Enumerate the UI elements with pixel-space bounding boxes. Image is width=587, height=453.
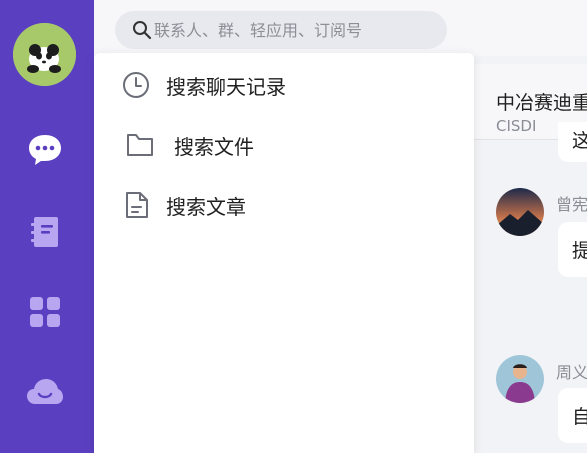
search-articles-option[interactable]: 搜索文章 (94, 177, 474, 233)
nav-contacts[interactable] (25, 212, 65, 252)
clock-icon (122, 71, 150, 99)
message-bubble[interactable]: 提 (558, 222, 587, 277)
sender-name: 周义 (556, 363, 587, 382)
dropdown-item-label: 搜索文章 (166, 194, 246, 219)
sender-name: 曾宪 (556, 195, 587, 214)
nav-chat[interactable] (25, 130, 65, 170)
message-text: 自 (572, 406, 587, 428)
document-icon (124, 191, 150, 219)
chat-subtitle: CISDI (496, 117, 537, 135)
chat-title[interactable]: 中冶赛迪重 (496, 88, 587, 115)
left-sidebar (0, 0, 94, 453)
search-dropdown: 搜索聊天记录 搜索文件 搜索文章 (94, 53, 474, 453)
address-book-icon (31, 217, 58, 247)
nav-cloud[interactable] (25, 372, 65, 412)
folder-icon (126, 133, 154, 157)
grid-apps-icon (30, 297, 60, 327)
message-text: 提 (572, 240, 587, 262)
search-files-option[interactable]: 搜索文件 (94, 117, 474, 173)
search-input[interactable] (154, 15, 434, 45)
dropdown-item-label: 搜索文件 (174, 134, 254, 159)
message-bubble[interactable]: 这 (558, 122, 587, 162)
search-box[interactable] (115, 11, 447, 49)
user-avatar[interactable] (13, 23, 76, 86)
chat-panel: 中冶赛迪重 CISDI 这 曾宪 提 周义 自 (474, 56, 587, 453)
chat-bubble-icon (29, 135, 61, 165)
search-icon (133, 21, 152, 40)
message-text: 这 (572, 130, 587, 152)
dropdown-item-label: 搜索聊天记录 (166, 74, 286, 99)
search-chat-history-option[interactable]: 搜索聊天记录 (94, 57, 474, 113)
cloud-icon (27, 379, 63, 404)
sender-avatar[interactable] (496, 188, 544, 236)
nav-apps[interactable] (25, 292, 65, 332)
panda-avatar-icon (13, 23, 76, 86)
person-avatar-icon (496, 355, 544, 403)
top-bar (94, 0, 587, 56)
sender-avatar[interactable] (496, 355, 544, 403)
mountain-avatar-icon (496, 188, 544, 236)
message-bubble[interactable]: 自 (558, 388, 587, 443)
